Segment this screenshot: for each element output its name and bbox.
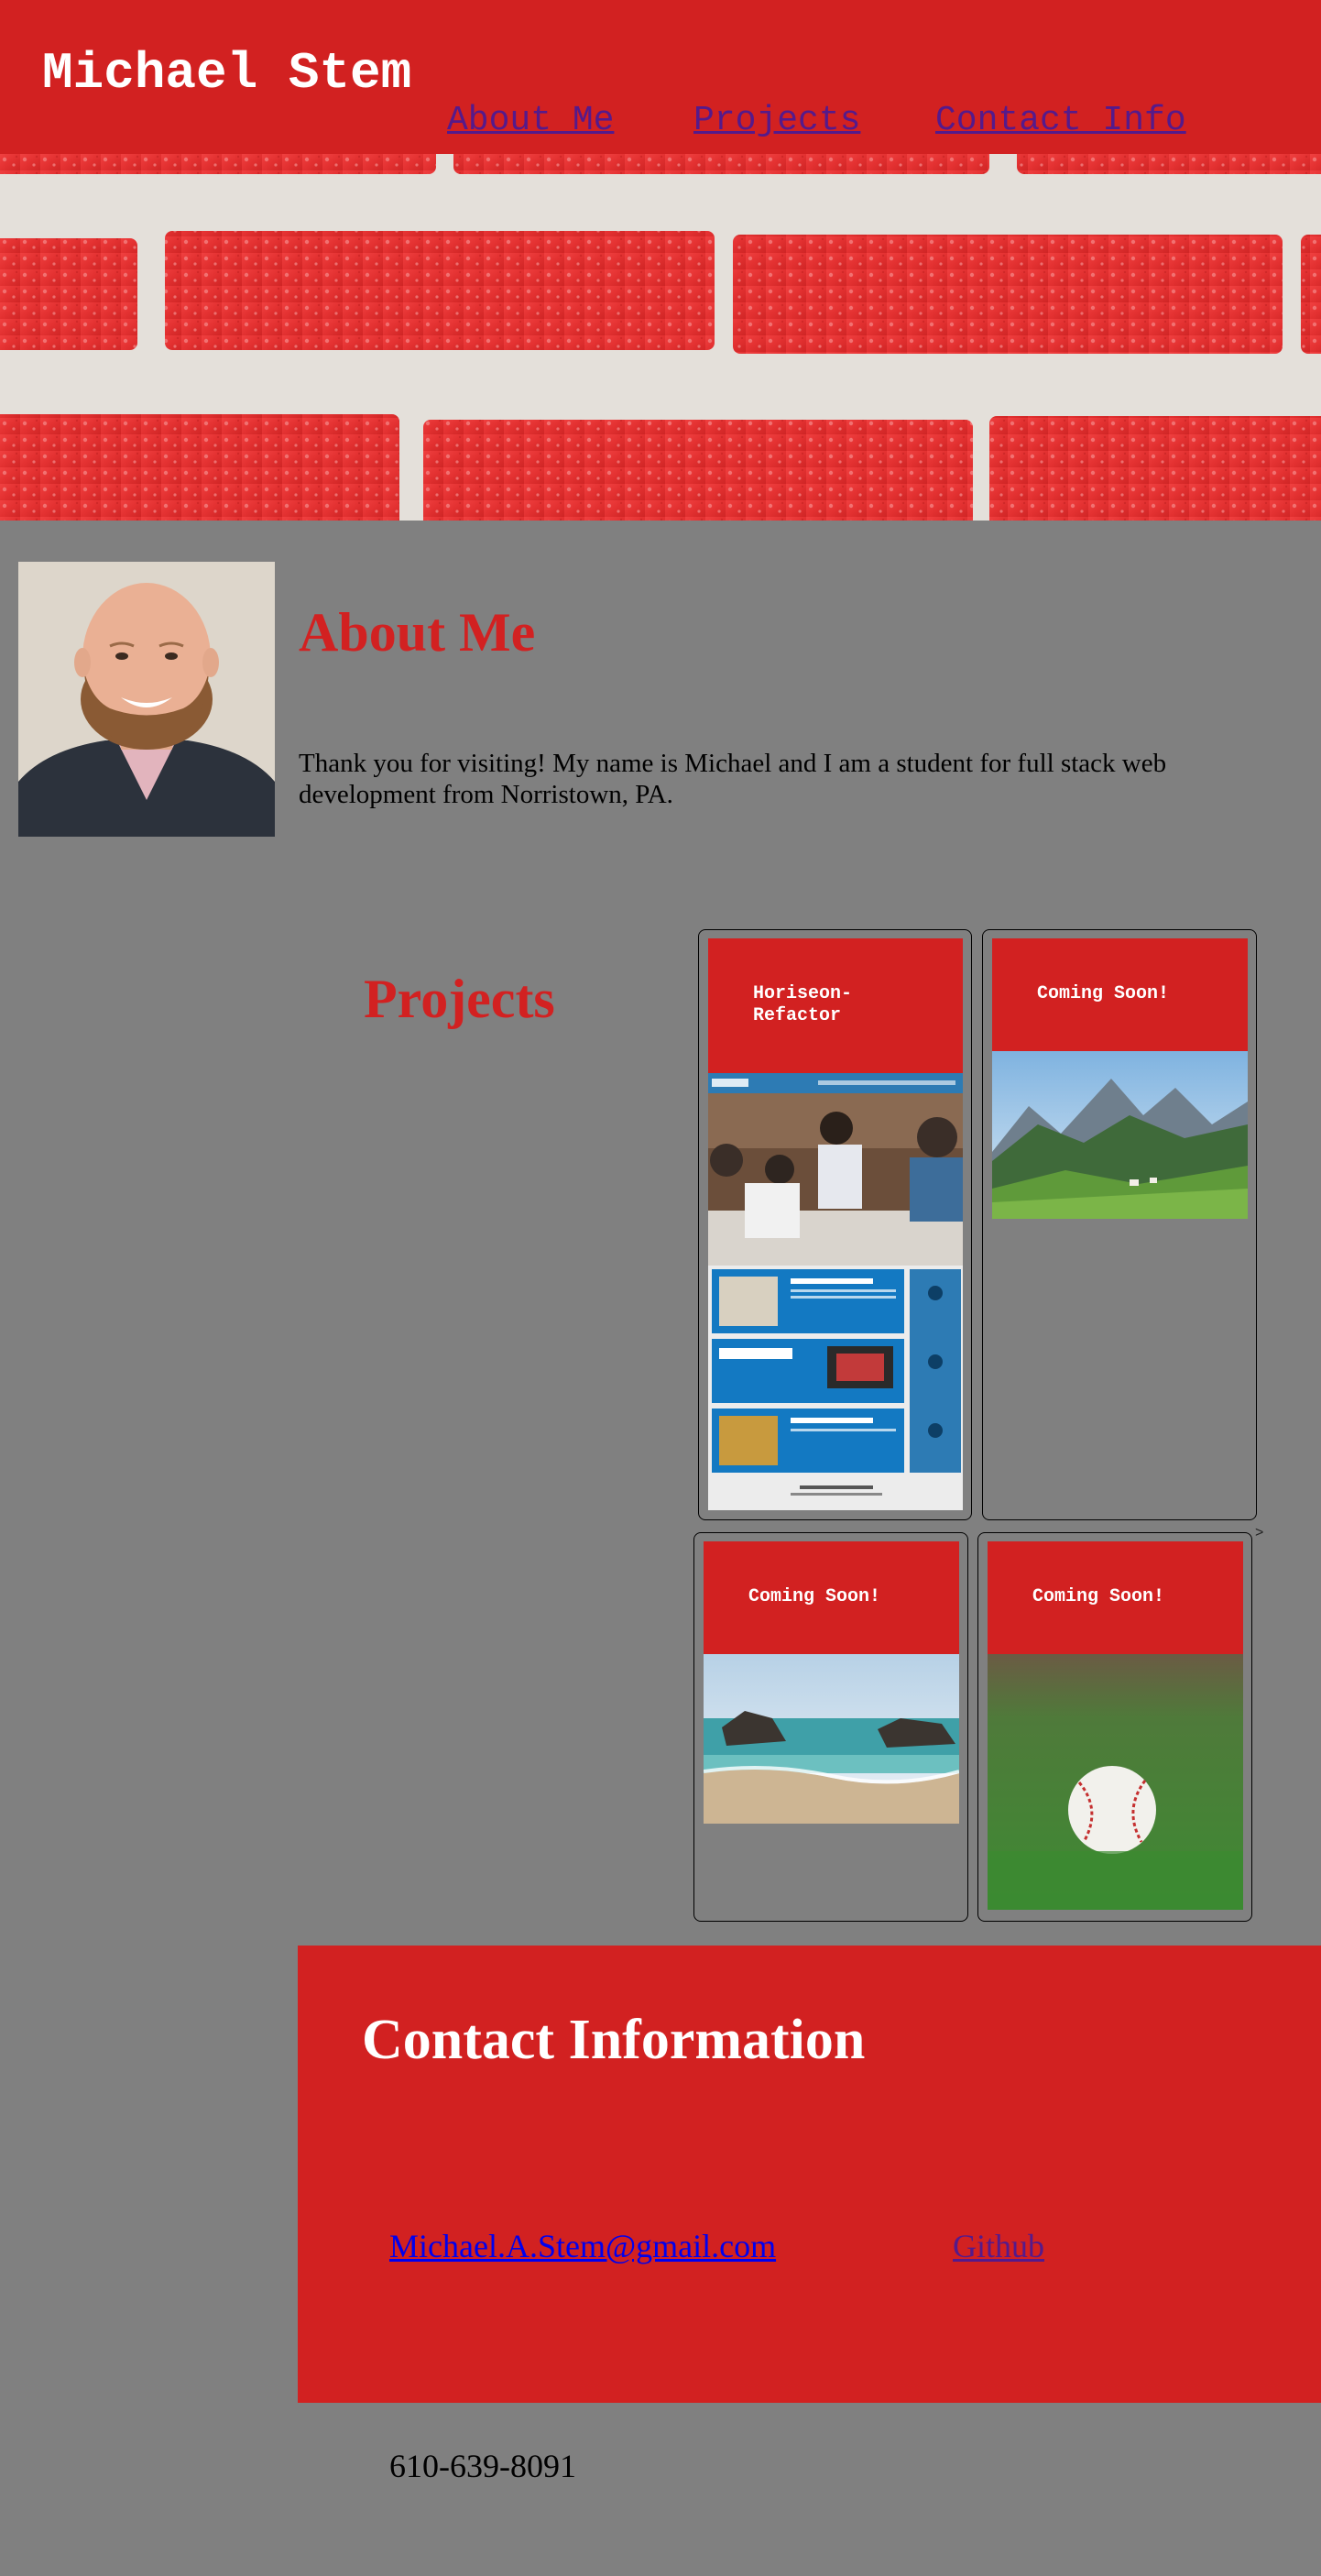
email-link[interactable]: Michael.A.Stem@gmail.com bbox=[389, 2227, 776, 2265]
phone-number: 610-639-8091 bbox=[389, 2448, 576, 2484]
nav-link-projects[interactable]: Projects bbox=[693, 101, 860, 141]
about-me-heading: About Me bbox=[299, 602, 536, 663]
mountain-valley-photo bbox=[992, 1051, 1248, 1219]
horiseon-screenshot-image bbox=[708, 1073, 963, 1510]
project-card-coming-soon-3[interactable]: Coming Soon! bbox=[977, 1532, 1252, 1922]
brick-wall-image bbox=[0, 154, 1321, 521]
project-card-coming-soon-1[interactable]: Coming Soon! bbox=[982, 929, 1257, 1520]
project-card-banner: Horiseon-Refactor bbox=[708, 938, 963, 1073]
mountain-valley-image bbox=[992, 1051, 1248, 1219]
stray-text: > bbox=[1255, 1525, 1264, 1540]
nav-link-about-me[interactable]: About Me bbox=[447, 101, 614, 141]
contact-information-heading: Contact Information bbox=[362, 2009, 866, 2071]
project-card-title: Horiseon-Refactor bbox=[753, 983, 853, 1026]
beach-rocks-photo bbox=[704, 1654, 959, 1824]
horiseon-screenshot bbox=[708, 1073, 963, 1510]
baseball-on-grass-image bbox=[988, 1654, 1243, 1910]
baseball-on-grass-photo bbox=[988, 1654, 1243, 1910]
project-card-title: Coming Soon! bbox=[1032, 1586, 1165, 1607]
beach-rocks-image bbox=[704, 1654, 959, 1824]
projects-heading: Projects bbox=[364, 969, 555, 1029]
site-name: Michael Stem bbox=[42, 44, 412, 103]
nav-link-contact-info[interactable]: Contact Info bbox=[935, 101, 1186, 141]
project-card-title: Coming Soon! bbox=[748, 1586, 881, 1607]
project-card-horiseon[interactable]: Horiseon-Refactor bbox=[698, 929, 972, 1520]
brick-wall-banner bbox=[0, 154, 1321, 521]
about-me-text: Thank you for visiting! My name is Micha… bbox=[299, 749, 1167, 809]
project-card-banner: Coming Soon! bbox=[992, 938, 1248, 1051]
profile-photo-image bbox=[18, 562, 275, 837]
profile-photo bbox=[18, 562, 275, 837]
github-link[interactable]: Github bbox=[953, 2227, 1044, 2265]
project-card-banner: Coming Soon! bbox=[988, 1541, 1243, 1654]
project-card-title: Coming Soon! bbox=[1037, 983, 1170, 1004]
project-card-coming-soon-2[interactable]: Coming Soon! bbox=[693, 1532, 968, 1922]
project-card-banner: Coming Soon! bbox=[704, 1541, 959, 1654]
